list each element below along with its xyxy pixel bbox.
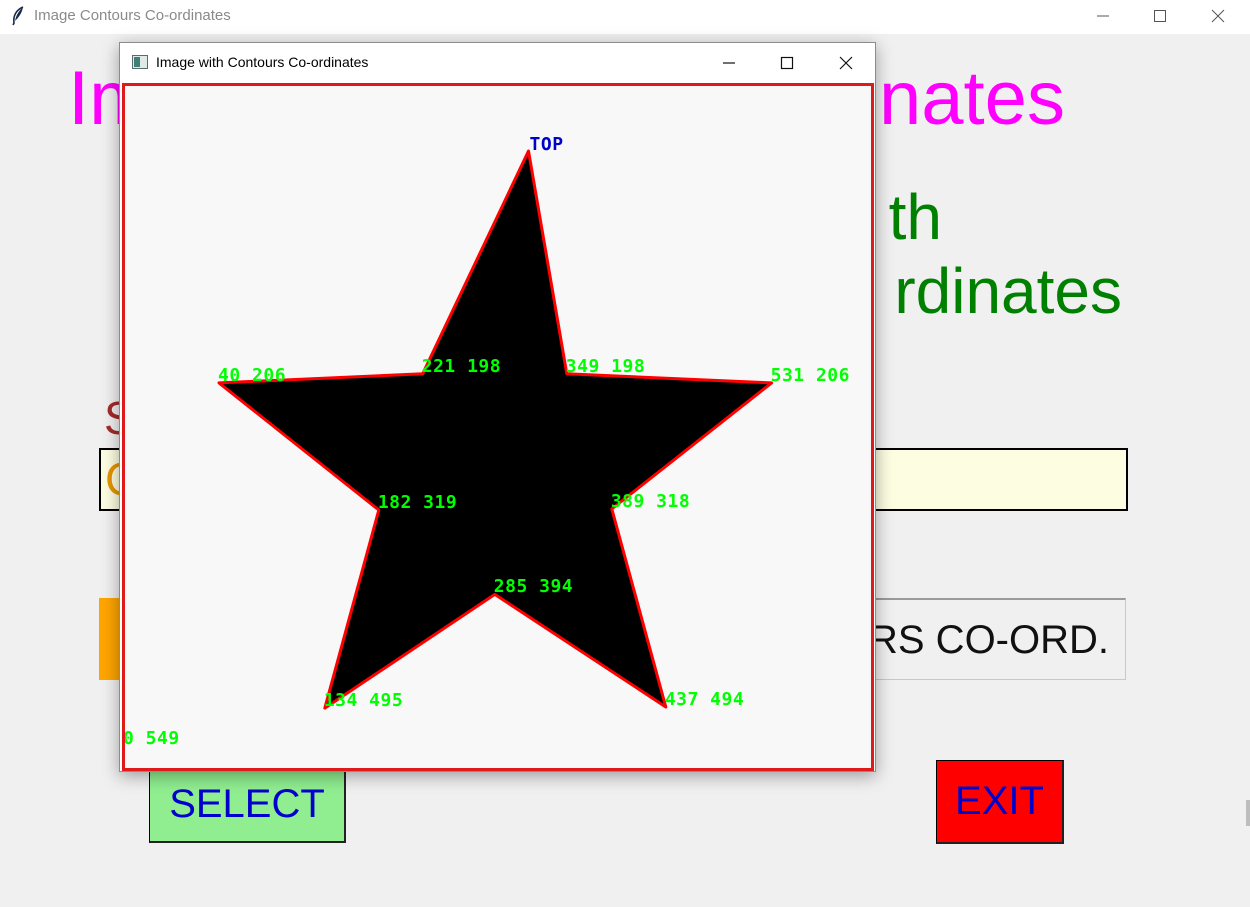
coordinate-label: 437 494 (664, 688, 745, 710)
minimize-button[interactable] (1080, 0, 1126, 32)
main-titlebar: Image Contours Co-ordinates (0, 0, 1250, 34)
main-window-title: Image Contours Co-ordinates (34, 7, 231, 24)
top-vertex-label: TOP (529, 134, 564, 155)
maximize-icon (1154, 10, 1166, 22)
popup-maximize-button[interactable] (758, 43, 814, 81)
popup-title: Image with Contours Co-ordinates (156, 54, 369, 70)
maximize-icon (780, 56, 794, 70)
star-contour-polygon (217, 149, 774, 710)
window-edge (1246, 800, 1250, 826)
feather-icon (12, 6, 24, 26)
coordinate-label: 40 206 (218, 364, 287, 386)
close-icon (839, 56, 853, 70)
coordinate-label: 182 319 (377, 492, 458, 514)
close-icon (1211, 9, 1225, 23)
minimize-icon (1097, 15, 1109, 17)
coordinate-label: 221 198 (421, 355, 502, 377)
coordinate-label: 134 495 (323, 690, 404, 712)
image-icon (132, 55, 148, 69)
close-button[interactable] (1195, 0, 1241, 32)
coordinate-label: 531 206 (770, 364, 850, 386)
coordinate-label: 285 394 (493, 576, 574, 598)
popup-minimize-button[interactable] (700, 43, 756, 81)
maximize-button[interactable] (1137, 0, 1183, 32)
coordinate-label: 349 198 (565, 355, 646, 377)
contour-image-canvas: TOP 40 206 221 198 349 198 531 206 182 3… (122, 83, 874, 771)
select-button[interactable]: SELECT (149, 770, 346, 843)
minimize-icon (723, 62, 735, 64)
exit-button[interactable]: EXIT (936, 760, 1064, 844)
contours-coordinates-button[interactable]: RS CO-ORD. (860, 598, 1126, 680)
contours-image-window: Image with Contours Co-ordinates TOP 40 … (119, 42, 876, 772)
coordinate-label: 389 318 (610, 490, 691, 512)
star-contour-drawing (217, 149, 774, 710)
popup-close-button[interactable] (817, 43, 873, 81)
coordinate-label: 0 549 (123, 728, 180, 749)
popup-titlebar: Image with Contours Co-ordinates (120, 43, 875, 81)
